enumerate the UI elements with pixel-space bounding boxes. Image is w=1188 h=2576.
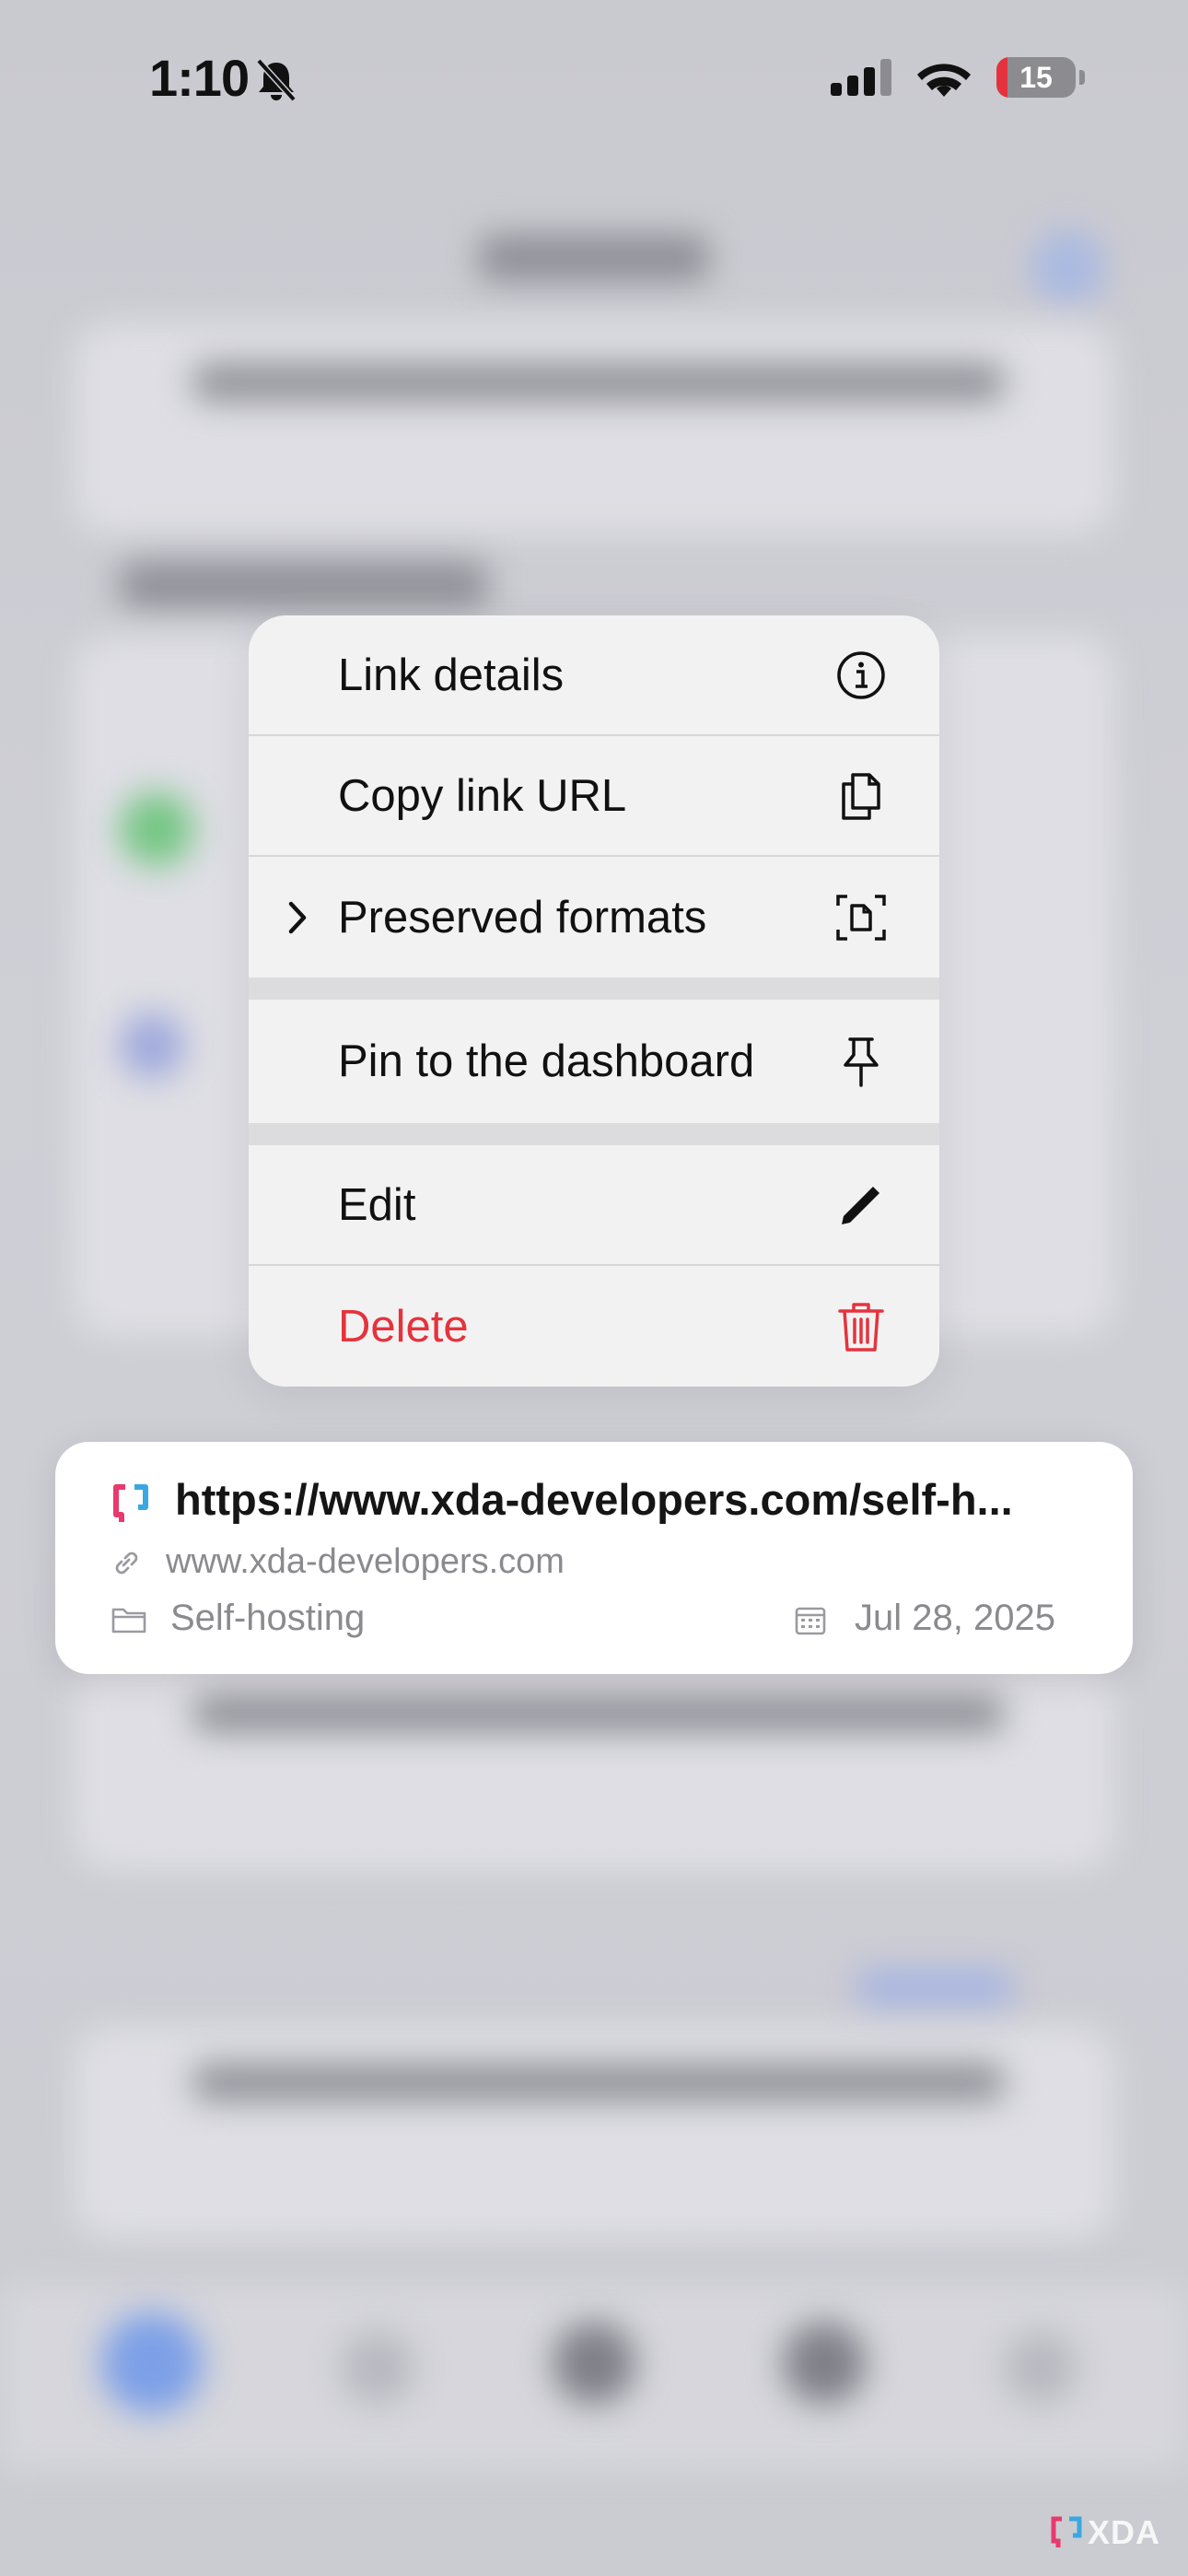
link-title: https://www.xda-developers.com/self-h... xyxy=(175,1475,1013,1524)
battery-icon: 15 xyxy=(996,57,1076,98)
blurred-text xyxy=(193,364,1004,401)
calendar-icon xyxy=(795,1607,826,1635)
copy-document-icon xyxy=(842,772,880,820)
folder-icon xyxy=(111,1608,146,1633)
context-menu: Link details Copy link URL Preserved for… xyxy=(249,615,939,1387)
menu-item-pin-to-dashboard[interactable]: Pin to the dashboard xyxy=(249,1000,939,1123)
link-collection: Self-hosting xyxy=(170,1598,366,1638)
blurred-blue-dot xyxy=(120,1013,184,1078)
watermark-text: XDA xyxy=(1087,2513,1160,2551)
link-date: Jul 28, 2025 xyxy=(855,1598,1055,1638)
xda-watermark-logo-icon xyxy=(1051,2516,1082,2547)
menu-separator xyxy=(249,1123,939,1145)
blurred-text xyxy=(193,2064,1004,2101)
blurred-card xyxy=(74,322,1114,534)
blurred-tab xyxy=(553,2322,635,2405)
pencil-icon xyxy=(842,1186,879,1224)
chevron-right-icon xyxy=(288,901,307,933)
blurred-section-title xyxy=(120,562,488,608)
link-preview-card[interactable]: https://www.xda-developers.com/self-h...… xyxy=(55,1442,1133,1674)
menu-item-preserved-formats[interactable]: Preserved formats xyxy=(249,857,939,978)
blurred-tab xyxy=(101,2313,203,2414)
xda-watermark: XDA xyxy=(1051,2513,1160,2552)
bell-slash-icon xyxy=(256,59,297,101)
menu-item-label: Pin to the dashboard xyxy=(338,1036,755,1086)
link-domain: www.xda-developers.com xyxy=(166,1542,565,1581)
menu-item-copy-link-url[interactable]: Copy link URL xyxy=(249,736,939,857)
xda-logo-icon xyxy=(113,1484,148,1522)
blurred-header-title xyxy=(479,235,709,281)
menu-item-label: Edit xyxy=(338,1179,416,1230)
blurred-text xyxy=(193,1695,1004,1732)
status-indicators: 15 xyxy=(831,57,1085,98)
wifi-icon xyxy=(917,64,971,97)
cellular-signal-icon xyxy=(831,59,891,96)
blurred-card xyxy=(74,1658,1114,1870)
battery-level: 15 xyxy=(1019,60,1053,94)
menu-item-delete[interactable]: Delete xyxy=(249,1266,939,1387)
menu-item-label: Delete xyxy=(338,1301,469,1352)
blurred-tab xyxy=(783,2322,866,2405)
blurred-tab xyxy=(341,2331,414,2405)
battery-tip xyxy=(1079,70,1085,85)
document-viewfinder-icon xyxy=(836,894,886,941)
blurred-green-dot xyxy=(120,792,193,866)
menu-item-link-details[interactable]: Link details xyxy=(249,615,939,736)
blurred-card xyxy=(74,2027,1114,2239)
menu-item-label: Link details xyxy=(338,650,565,700)
menu-item-label: Preserved formats xyxy=(338,892,707,943)
link-icon xyxy=(115,1551,138,1575)
pin-icon xyxy=(844,1037,879,1087)
status-time: 1:10 xyxy=(149,49,250,107)
trash-icon xyxy=(838,1302,884,1352)
menu-item-edit[interactable]: Edit xyxy=(249,1145,939,1266)
blurred-link xyxy=(856,1972,1013,2003)
menu-item-label: Copy link URL xyxy=(338,770,627,821)
info-circle-icon xyxy=(837,650,885,699)
blurred-header-button xyxy=(1031,230,1105,304)
status-bar: 1:10 15 xyxy=(0,0,1188,157)
blurred-tab xyxy=(1004,2331,1077,2405)
menu-separator xyxy=(249,978,939,1000)
